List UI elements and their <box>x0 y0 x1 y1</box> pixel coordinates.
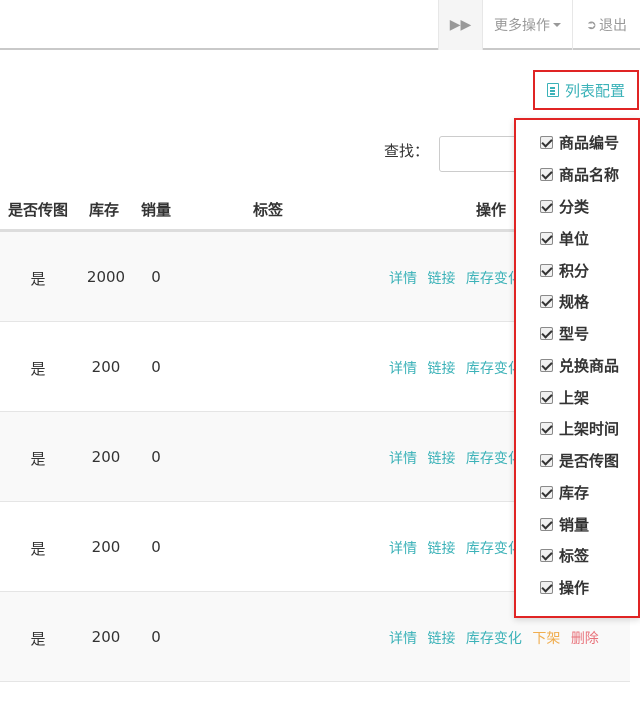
column-option-category[interactable]: 分类 <box>540 196 589 217</box>
column-option-model[interactable]: 型号 <box>540 323 589 344</box>
search-label: 查找： <box>384 142 430 160</box>
column-option-label: 兑换商品 <box>559 357 620 375</box>
column-option-shelf-time[interactable]: 上架时间 <box>540 418 619 439</box>
column-option-points[interactable]: 积分 <box>540 260 589 281</box>
cell-stock: 200 <box>91 538 121 556</box>
checkbox[interactable] <box>540 359 553 372</box>
exit-button[interactable]: ➲ 退出 <box>572 0 640 50</box>
column-option-label: 分类 <box>559 198 590 216</box>
more-actions-dropdown[interactable]: 更多操作 <box>482 0 572 50</box>
checkbox[interactable] <box>540 136 553 149</box>
more-actions-label: 更多操作 <box>494 18 550 34</box>
detail-link[interactable]: 详情 <box>389 271 417 287</box>
link-link[interactable]: 链接 <box>427 451 455 467</box>
column-option-on-shelf[interactable]: 上架 <box>540 387 589 408</box>
column-option-label: 操作 <box>559 579 590 597</box>
document-list-icon <box>546 83 559 97</box>
column-option-label: 商品编号 <box>559 134 620 152</box>
detail-link[interactable]: 详情 <box>389 361 417 377</box>
checkbox[interactable] <box>540 454 553 467</box>
cell-stock: 200 <box>91 358 121 376</box>
column-option-spec[interactable]: 规格 <box>540 291 589 312</box>
link-link[interactable]: 链接 <box>427 271 455 287</box>
link-link[interactable]: 链接 <box>427 541 455 557</box>
row-actions: 详情 链接 库存变化 <box>389 268 528 288</box>
cell-stock: 200 <box>91 628 121 646</box>
checkbox[interactable] <box>540 518 553 531</box>
column-option-label: 标签 <box>559 547 590 565</box>
checkbox[interactable] <box>540 264 553 277</box>
row-actions: 详情 链接 库存变化 <box>389 448 528 468</box>
detail-link[interactable]: 详情 <box>389 541 417 557</box>
cell-upload: 是 <box>30 540 46 558</box>
cell-sales: 0 <box>151 538 161 556</box>
cell-upload: 是 <box>30 360 46 378</box>
cell-sales: 0 <box>151 448 161 466</box>
column-option-sales[interactable]: 销量 <box>540 514 589 535</box>
cell-sales: 0 <box>151 268 161 286</box>
next-tab-button[interactable]: ▶▶ <box>438 0 482 50</box>
list-config-button[interactable]: 列表配置 <box>533 70 639 110</box>
double-chevron-right-icon: ▶▶ <box>449 17 472 33</box>
column-option-tags[interactable]: 标签 <box>540 545 589 566</box>
checkbox[interactable] <box>540 327 553 340</box>
checkbox[interactable] <box>540 168 553 181</box>
column-option-label: 积分 <box>559 262 590 280</box>
detail-link[interactable]: 详情 <box>389 451 417 467</box>
checkbox[interactable] <box>540 581 553 594</box>
cell-stock: 2000 <box>86 268 126 286</box>
column-config-panel: 商品编号 商品名称 分类 单位 积分 规格 型号 兑换商品 上架 上架时间 是否… <box>514 118 640 618</box>
cell-stock: 200 <box>91 448 121 466</box>
link-link[interactable]: 链接 <box>427 631 455 647</box>
checkbox[interactable] <box>540 200 553 213</box>
column-option-label: 单位 <box>559 230 590 248</box>
checkbox[interactable] <box>540 549 553 562</box>
checkbox[interactable] <box>540 391 553 404</box>
column-option-label: 型号 <box>559 325 590 343</box>
column-option-actions[interactable]: 操作 <box>540 577 589 598</box>
sign-out-icon: ➲ <box>586 17 597 33</box>
th-actions: 操作 <box>476 201 507 219</box>
column-option-label: 库存 <box>559 484 590 502</box>
cell-upload: 是 <box>30 630 46 648</box>
column-option-product-name[interactable]: 商品名称 <box>540 164 619 185</box>
column-option-label: 规格 <box>559 293 590 311</box>
column-option-stock[interactable]: 库存 <box>540 482 589 503</box>
checkbox[interactable] <box>540 295 553 308</box>
th-upload[interactable]: 是否传图 <box>8 199 68 220</box>
th-stock[interactable]: 库存 <box>89 199 119 220</box>
row-actions: 详情 链接 库存变化 <box>389 538 528 558</box>
detail-link[interactable]: 详情 <box>389 631 417 647</box>
column-option-image-uploaded[interactable]: 是否传图 <box>540 450 619 471</box>
checkbox[interactable] <box>540 232 553 245</box>
row-actions: 详情 链接 库存变化 下架 删除 <box>389 628 605 648</box>
cell-upload: 是 <box>30 450 46 468</box>
column-option-label: 销量 <box>559 516 590 534</box>
column-option-redeem[interactable]: 兑换商品 <box>540 355 619 376</box>
cell-upload: 是 <box>30 270 46 288</box>
cell-sales: 0 <box>151 628 161 646</box>
row-actions: 详情 链接 库存变化 <box>389 358 528 378</box>
caret-down-icon <box>553 23 561 27</box>
top-nav-bar: ▶▶ 更多操作 ➲ 退出 <box>0 0 640 50</box>
checkbox[interactable] <box>540 422 553 435</box>
th-tags[interactable]: 标签 <box>253 199 283 220</box>
list-config-label: 列表配置 <box>564 81 625 100</box>
column-option-product-code[interactable]: 商品编号 <box>540 132 619 153</box>
column-option-label: 是否传图 <box>559 452 620 470</box>
column-option-label: 上架 <box>559 389 590 407</box>
column-option-label: 商品名称 <box>559 166 620 184</box>
exit-label: 退出 <box>598 18 627 34</box>
th-sales[interactable]: 销量 <box>141 199 171 220</box>
checkbox[interactable] <box>540 486 553 499</box>
link-link[interactable]: 链接 <box>427 361 455 377</box>
delete-link[interactable]: 删除 <box>571 631 599 647</box>
column-option-unit[interactable]: 单位 <box>540 228 589 249</box>
off-shelf-link[interactable]: 下架 <box>532 631 560 647</box>
cell-sales: 0 <box>151 358 161 376</box>
stock-change-link[interactable]: 库存变化 <box>466 631 522 647</box>
column-option-label: 上架时间 <box>559 420 620 438</box>
